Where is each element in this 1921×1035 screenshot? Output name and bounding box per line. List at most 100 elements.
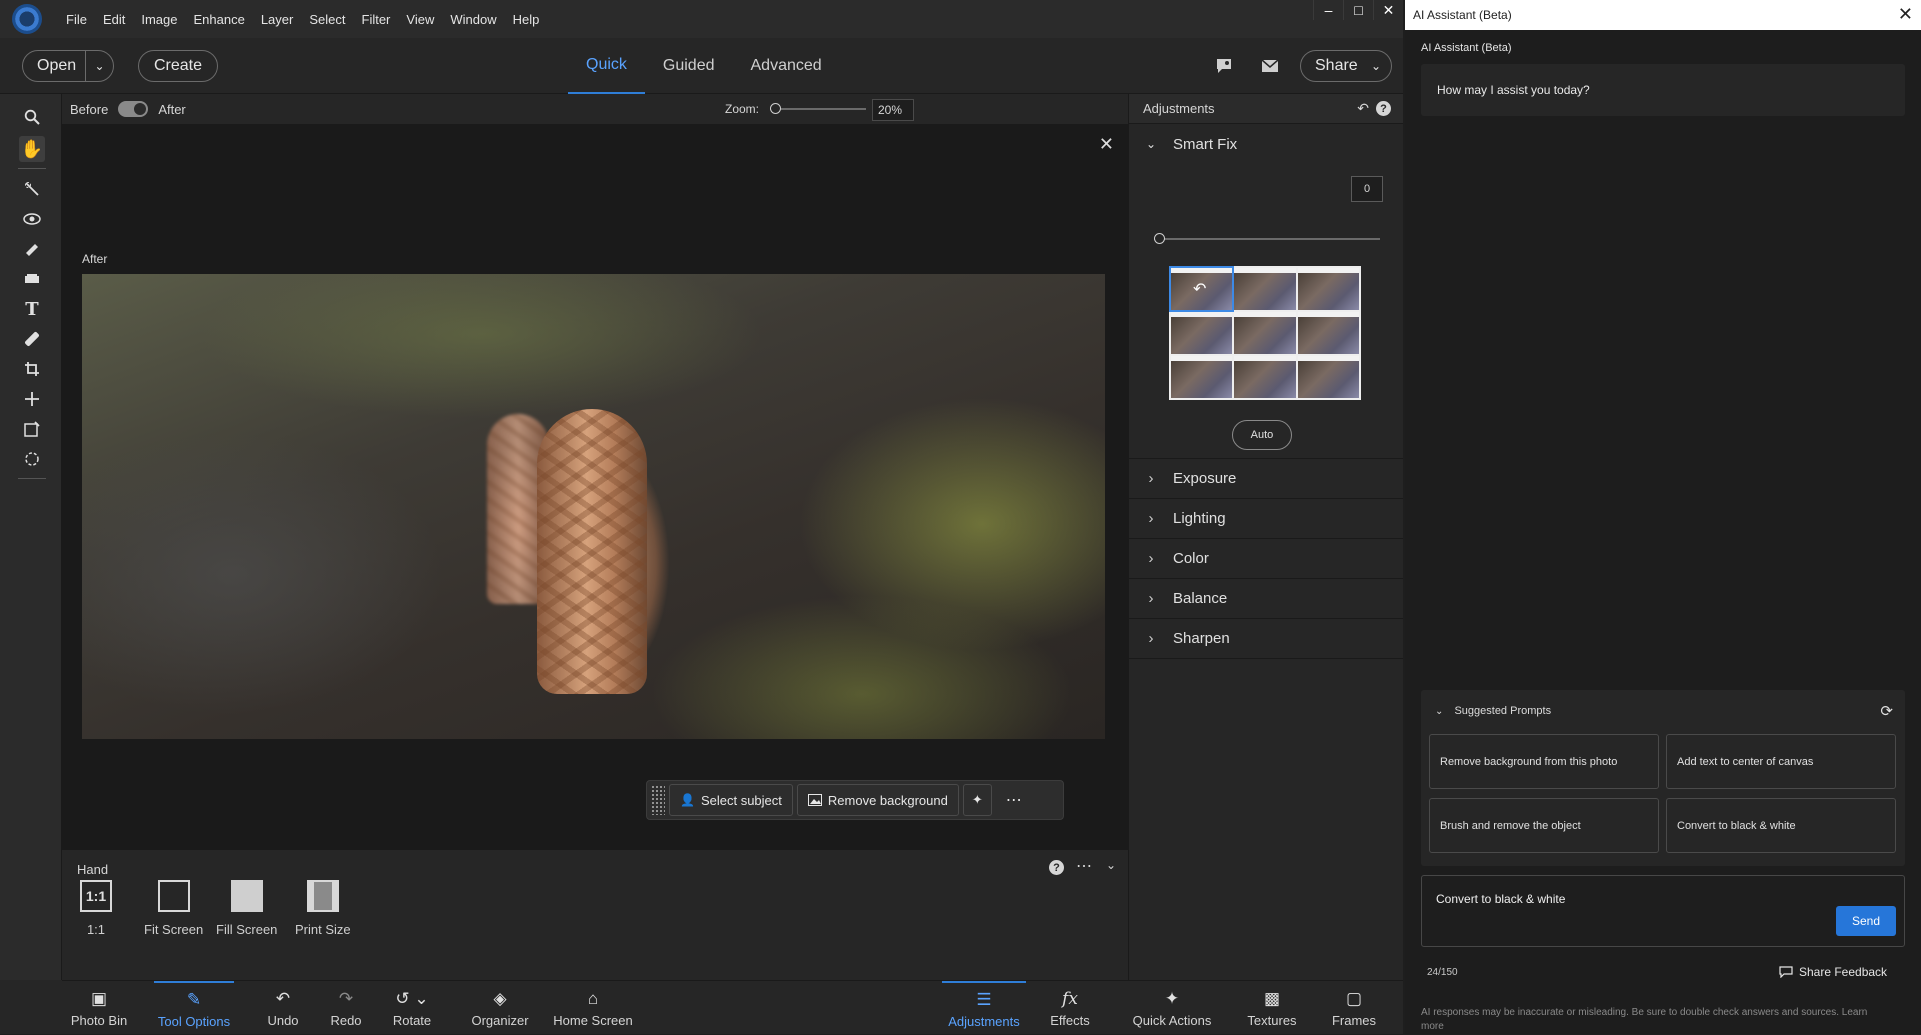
adjustment-section-sharpen[interactable]: › Sharpen [1129,619,1403,659]
chevron-down-icon[interactable]: ⌄ [1106,858,1116,872]
fill-screen-button[interactable]: Fill Screen [216,880,277,937]
close-window-button[interactable]: ✕ [1373,0,1403,20]
before-label: Before [70,101,109,117]
whiten-teeth-tool-icon[interactable] [19,236,45,262]
close-icon[interactable]: ✕ [1099,134,1114,155]
share-feedback-button[interactable]: Share Feedback [1779,965,1887,979]
menu-file[interactable]: File [58,12,95,27]
more-options-icon[interactable]: ⋯ [1076,856,1092,876]
adjustment-section-balance[interactable]: › Balance [1129,579,1403,619]
variation-thumbnail[interactable] [1171,356,1233,398]
type-tool-icon[interactable]: T [19,296,45,322]
menu-view[interactable]: View [398,12,442,27]
before-after-toggle[interactable] [118,101,149,117]
smart-fix-value-field[interactable]: 0 [1351,176,1383,202]
tool-options-button[interactable]: ✎ Tool Options [154,981,234,1035]
object-removal-tool-icon[interactable] [19,416,45,442]
hand-tool-icon[interactable]: ✋ [19,136,45,162]
fit-screen-button[interactable]: Fit Screen [144,880,203,937]
zoom-value-field[interactable]: 20% [872,99,914,121]
menu-image[interactable]: Image [133,12,185,27]
suggested-prompt[interactable]: Remove background from this photo [1429,734,1659,789]
maximize-button[interactable]: □ [1343,0,1373,20]
zoom-slider[interactable] [770,103,866,114]
close-icon[interactable]: ✕ [1898,4,1913,25]
frames-button[interactable]: ▢ Frames [1328,981,1380,1035]
textures-button[interactable]: ▩ Textures [1242,981,1302,1035]
menu-help[interactable]: Help [505,12,548,27]
smart-fix-slider[interactable] [1154,233,1380,244]
adjustment-section-exposure[interactable]: › Exposure [1129,459,1403,499]
send-button[interactable]: Send [1836,906,1896,936]
menu-window[interactable]: Window [442,12,504,27]
quick-selection-tool-icon[interactable] [19,176,45,202]
red-eye-tool-icon[interactable] [19,206,45,232]
suggested-prompts-header[interactable]: ⌄ Suggested Prompts [1435,705,1551,717]
photo-bin-button[interactable]: ▣ Photo Bin [62,981,136,1035]
minimize-button[interactable]: – [1313,0,1343,20]
drag-handle-icon[interactable] [651,785,665,815]
spot-healing-tool-icon[interactable] [19,326,45,352]
adjustment-section-color[interactable]: › Color [1129,539,1403,579]
tab-guided[interactable]: Guided [645,38,733,94]
smart-fix-slider-thumb[interactable] [1154,233,1165,244]
image-canvas[interactable]: ✕ After 👤 Select subject Remove backgrou… [62,124,1128,849]
menu-enhance[interactable]: Enhance [186,12,253,27]
print-size-button[interactable]: Print Size [295,880,351,937]
variation-thumbnail[interactable] [1171,312,1233,354]
menu-select[interactable]: Select [301,12,353,27]
menu-edit[interactable]: Edit [95,12,133,27]
help-icon[interactable]: ? [1376,101,1391,116]
variation-thumbnail[interactable] [1234,268,1296,310]
adjustments-button[interactable]: ☰ Adjustments [942,981,1026,1035]
auto-button[interactable]: Auto [1232,420,1292,450]
suggested-prompt[interactable]: Brush and remove the object [1429,798,1659,853]
redo-button[interactable]: ↷ Redo [324,981,368,1035]
messages-icon[interactable] [1258,54,1282,78]
tab-quick[interactable]: Quick [568,38,645,94]
undo-button[interactable]: ↶ Undo [258,981,308,1035]
remove-background-button[interactable]: Remove background [796,784,959,816]
suggested-prompt[interactable]: Convert to black & white [1666,798,1896,853]
prompt-input[interactable]: Convert to black & white Send [1421,875,1905,947]
refresh-icon[interactable]: ⟳ [1880,702,1893,720]
create-button[interactable]: Create [138,50,218,82]
variation-thumbnail[interactable] [1234,356,1296,398]
sponge-tool-icon[interactable] [19,266,45,292]
adjustment-section-lighting[interactable]: › Lighting [1129,499,1403,539]
menu-layer[interactable]: Layer [253,12,302,27]
share-button[interactable]: Share ⌄ [1300,50,1392,82]
quick-actions-button[interactable]: ✦ Quick Actions [1128,981,1216,1035]
smart-fix-section: ⌄ Smart Fix 0 ↶ Auto [1129,124,1403,459]
variation-thumbnail[interactable] [1297,356,1359,398]
select-subject-button[interactable]: 👤 Select subject [669,784,793,816]
menu-filter[interactable]: Filter [354,12,399,27]
suggested-prompt[interactable]: Add text to center of canvas [1666,734,1896,789]
variation-thumbnail[interactable]: ↶ [1168,266,1235,312]
move-tool-icon[interactable] [19,386,45,412]
after-label: After [158,101,186,117]
variation-thumbnail[interactable] [1297,312,1359,354]
crop-tool-icon[interactable] [19,356,45,382]
more-options-icon[interactable]: ⋯ [996,790,1032,810]
variation-thumbnail[interactable] [1234,312,1296,354]
organizer-button[interactable]: ◈ Organizer [466,981,534,1035]
sparkle-icon[interactable]: ✦ [962,784,992,816]
open-button[interactable]: Open ⌄ [22,50,114,82]
one-to-one-button[interactable]: 1:1 1:1 [80,880,112,937]
rotate-button[interactable]: ↺ ⌄ Rotate [384,981,440,1035]
help-icon[interactable]: ? [1049,860,1064,875]
zoom-tool-icon[interactable] [19,104,45,130]
home-screen-button[interactable]: ⌂ Home Screen [548,981,638,1035]
photo-image[interactable] [82,274,1105,739]
reset-icon[interactable]: ↶ [1357,100,1369,117]
tab-advanced[interactable]: Advanced [733,38,840,94]
zoom-slider-thumb[interactable] [770,103,781,114]
chevron-down-icon: ⌄ [1371,59,1382,73]
feedback-icon[interactable] [1212,54,1236,78]
effects-button[interactable]: fx Effects [1042,981,1098,1035]
perfect-portrait-tool-icon[interactable] [19,446,45,472]
chevron-down-icon[interactable]: ⌄ [85,51,113,81]
variation-thumbnail[interactable] [1297,268,1359,310]
smart-fix-header[interactable]: ⌄ Smart Fix [1129,124,1403,164]
